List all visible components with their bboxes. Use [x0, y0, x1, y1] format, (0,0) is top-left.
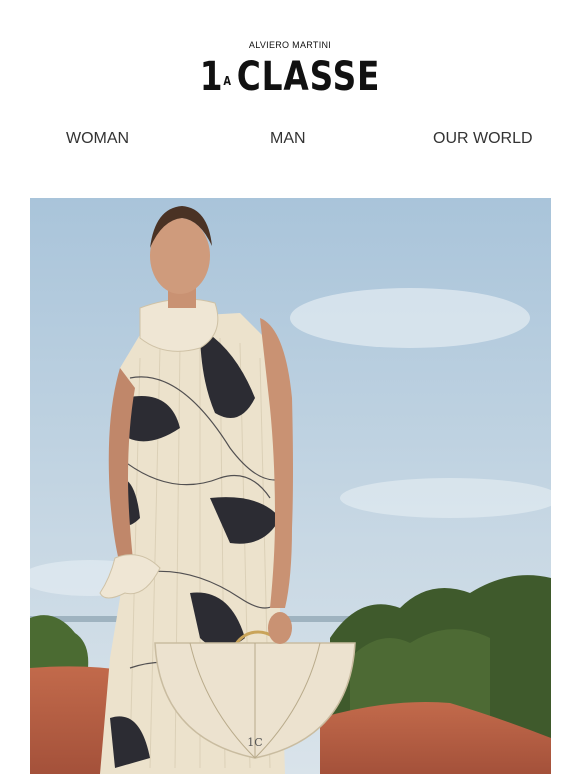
- hero-photo-illustration: 1C: [30, 198, 551, 774]
- brand-name: ALVIERO MARTINI: [248, 40, 332, 50]
- main-navigation: WOMAN MAN OUR WORLD: [0, 130, 580, 150]
- hand: [268, 612, 292, 644]
- brand-logo[interactable]: 1A CLASSE: [52, 54, 528, 100]
- bag-logo-mark: 1C: [247, 736, 262, 749]
- email-header: ALVIERO MARTINI 1A CLASSE: [0, 0, 580, 110]
- logo-superscript: A: [223, 74, 232, 88]
- hero-image[interactable]: 1C: [30, 198, 551, 774]
- cloud: [340, 478, 551, 518]
- logo-word: CLASSE: [236, 54, 381, 100]
- nav-woman-link[interactable]: WOMAN: [66, 130, 129, 148]
- nav-man-link[interactable]: MAN: [270, 130, 306, 148]
- cloud: [290, 288, 530, 348]
- nav-our-world-link[interactable]: OUR WORLD: [433, 130, 533, 148]
- logo-number: 1: [199, 54, 224, 100]
